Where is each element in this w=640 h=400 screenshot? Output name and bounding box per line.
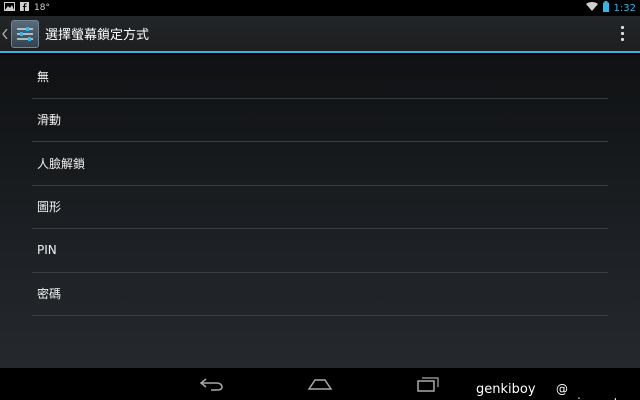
- settings-sliders-icon[interactable]: [11, 19, 39, 48]
- lock-method-list: 無 滑動 人臉解鎖 圖形 PIN 密碼: [32, 55, 608, 316]
- image-icon: [4, 2, 15, 14]
- option-label: 圖形: [37, 200, 62, 215]
- clock: 1:32: [613, 2, 636, 14]
- option-pattern[interactable]: 圖形: [32, 186, 608, 229]
- content-area: 無 滑動 人臉解鎖 圖形 PIN 密碼: [0, 55, 640, 368]
- watermark-user: genkiboy: [476, 382, 536, 397]
- option-face-unlock[interactable]: 人臉解鎖: [32, 142, 608, 186]
- option-label: 無: [37, 69, 50, 84]
- option-pin[interactable]: PIN: [32, 229, 608, 273]
- home-icon[interactable]: [300, 372, 340, 396]
- navigation-bar: [0, 368, 640, 400]
- temperature-text: 18°: [34, 3, 50, 13]
- option-password[interactable]: 密碼: [32, 273, 608, 316]
- option-label: 滑動: [37, 113, 62, 128]
- option-label: 人臉解鎖: [37, 156, 86, 171]
- page-title: 選擇螢幕鎖定方式: [45, 28, 150, 43]
- system-icons: 1:32: [585, 1, 636, 15]
- action-bar: 選擇螢幕鎖定方式: [0, 16, 640, 53]
- facebook-icon: [20, 2, 29, 14]
- recents-icon[interactable]: [408, 372, 448, 396]
- status-bar: 18° 1:32: [0, 0, 640, 16]
- menu-dot: [620, 32, 624, 35]
- option-label: PIN: [37, 243, 57, 258]
- overflow-menu-icon[interactable]: [610, 19, 634, 49]
- wifi-icon: [585, 2, 598, 14]
- watermark-site: @ sogi.com.tw: [556, 382, 628, 400]
- option-label: 密碼: [37, 287, 62, 302]
- menu-dot: [620, 26, 624, 29]
- up-navigation-icon[interactable]: [2, 28, 10, 39]
- option-none[interactable]: 無: [32, 55, 608, 99]
- back-icon[interactable]: [192, 372, 232, 396]
- notification-area: 18°: [4, 2, 50, 14]
- battery-icon: [602, 1, 609, 15]
- option-slide[interactable]: 滑動: [32, 99, 608, 142]
- menu-dot: [620, 38, 624, 41]
